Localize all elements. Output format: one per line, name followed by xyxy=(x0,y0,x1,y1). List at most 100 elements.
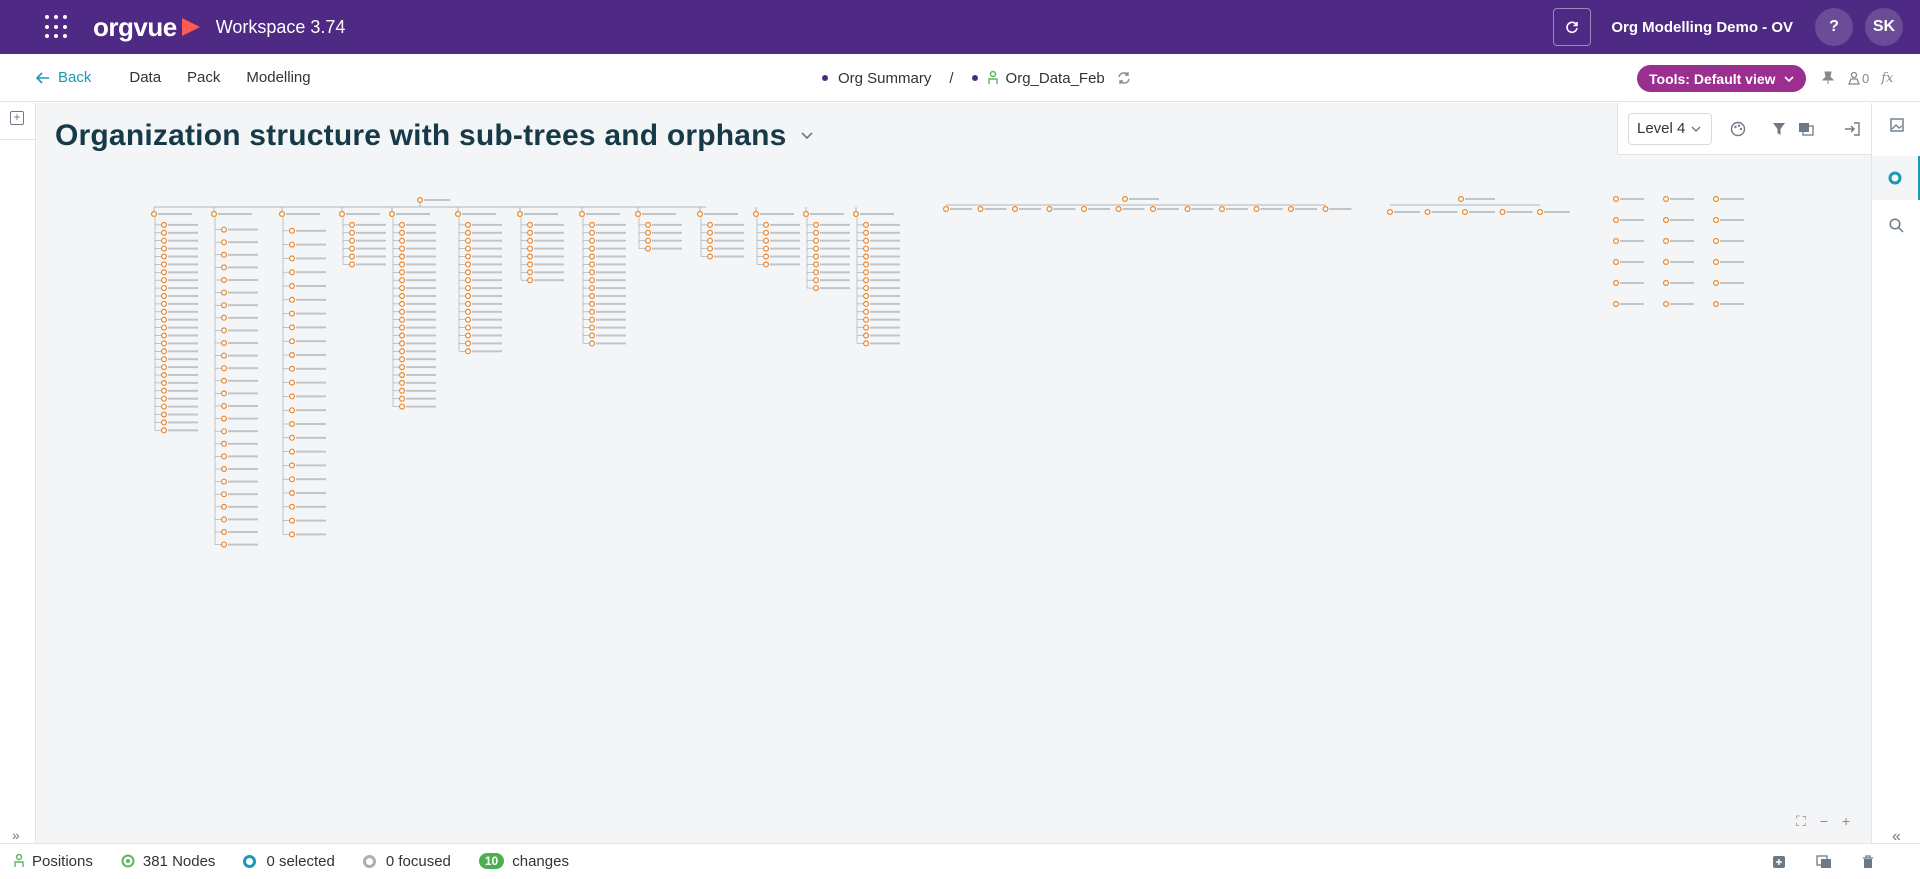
org-node[interactable] xyxy=(221,251,228,258)
org-node[interactable] xyxy=(1712,195,1719,202)
org-node[interactable] xyxy=(289,517,296,524)
pin-icon[interactable] xyxy=(1822,71,1834,85)
org-node[interactable] xyxy=(706,221,713,228)
export-icon[interactable] xyxy=(1844,121,1860,136)
org-node[interactable] xyxy=(399,372,406,379)
org-node[interactable] xyxy=(862,324,869,331)
org-node[interactable] xyxy=(399,229,406,236)
org-node[interactable] xyxy=(1424,208,1431,215)
org-node[interactable] xyxy=(706,245,713,252)
org-node[interactable] xyxy=(1253,205,1260,212)
org-node[interactable] xyxy=(1080,205,1087,212)
org-node[interactable] xyxy=(289,269,296,276)
org-node[interactable] xyxy=(399,253,406,260)
org-node[interactable] xyxy=(644,237,651,244)
org-node[interactable] xyxy=(399,293,406,300)
org-node[interactable] xyxy=(752,210,759,217)
delete-icon[interactable] xyxy=(1862,854,1874,869)
org-node[interactable] xyxy=(1612,259,1619,266)
org-node[interactable] xyxy=(1011,205,1018,212)
org-node[interactable] xyxy=(812,285,819,292)
org-node[interactable] xyxy=(160,324,167,331)
org-node[interactable] xyxy=(289,338,296,345)
org-node[interactable] xyxy=(588,261,595,268)
org-node[interactable] xyxy=(465,285,472,292)
org-node[interactable] xyxy=(399,221,406,228)
org-node[interactable] xyxy=(160,348,167,355)
org-node[interactable] xyxy=(221,478,228,485)
org-node[interactable] xyxy=(465,308,472,315)
org-node[interactable] xyxy=(399,300,406,307)
org-node[interactable] xyxy=(527,277,534,284)
org-node[interactable] xyxy=(221,365,228,372)
org-node[interactable] xyxy=(465,300,472,307)
org-node[interactable] xyxy=(399,316,406,323)
org-node[interactable] xyxy=(289,503,296,510)
org-node[interactable] xyxy=(588,285,595,292)
org-node[interactable] xyxy=(160,277,167,284)
org-node[interactable] xyxy=(588,237,595,244)
org-node[interactable] xyxy=(160,245,167,252)
org-name[interactable]: Org Modelling Demo - OV xyxy=(1611,19,1793,36)
level-select[interactable]: Level 4 xyxy=(1628,112,1712,145)
org-node[interactable] xyxy=(221,466,228,473)
org-node[interactable] xyxy=(588,332,595,339)
org-node[interactable] xyxy=(812,269,819,276)
org-node[interactable] xyxy=(160,427,167,434)
org-node[interactable] xyxy=(1612,280,1619,287)
org-node[interactable] xyxy=(1322,205,1329,212)
zoom-in-icon[interactable]: + xyxy=(1842,813,1850,830)
org-node[interactable] xyxy=(812,277,819,284)
org-node[interactable] xyxy=(221,440,228,447)
org-node[interactable] xyxy=(399,245,406,252)
org-node[interactable] xyxy=(399,261,406,268)
org-node[interactable] xyxy=(812,229,819,236)
org-node[interactable] xyxy=(399,403,406,410)
org-node[interactable] xyxy=(1218,205,1225,212)
org-node[interactable] xyxy=(1662,238,1669,245)
org-node[interactable] xyxy=(644,245,651,252)
org-node[interactable] xyxy=(465,316,472,323)
org-node[interactable] xyxy=(465,245,472,252)
org-node[interactable] xyxy=(160,269,167,276)
org-node[interactable] xyxy=(762,245,769,252)
org-node[interactable] xyxy=(289,352,296,359)
org-node[interactable] xyxy=(399,379,406,386)
org-node[interactable] xyxy=(862,269,869,276)
org-node[interactable] xyxy=(160,332,167,339)
org-node[interactable] xyxy=(289,462,296,469)
org-node[interactable] xyxy=(289,421,296,428)
org-node[interactable] xyxy=(221,264,228,271)
org-node[interactable] xyxy=(1149,205,1156,212)
org-node[interactable] xyxy=(862,293,869,300)
org-node[interactable] xyxy=(862,253,869,260)
org-node[interactable] xyxy=(1184,205,1191,212)
org-node[interactable] xyxy=(465,253,472,260)
org-node[interactable] xyxy=(862,332,869,339)
crumb-org-summary[interactable]: Org Summary xyxy=(838,70,931,87)
org-node[interactable] xyxy=(221,503,228,510)
org-node[interactable] xyxy=(644,229,651,236)
org-node[interactable] xyxy=(1712,238,1719,245)
org-node[interactable] xyxy=(762,261,769,268)
org-node[interactable] xyxy=(221,302,228,309)
org-node[interactable] xyxy=(399,277,406,284)
org-node[interactable] xyxy=(221,541,228,548)
org-node[interactable] xyxy=(465,348,472,355)
org-node[interactable] xyxy=(1662,259,1669,266)
org-node[interactable] xyxy=(588,269,595,276)
org-node[interactable] xyxy=(527,245,534,252)
org-node[interactable] xyxy=(160,229,167,236)
org-node[interactable] xyxy=(160,364,167,371)
formula-button[interactable]: fx xyxy=(1881,71,1893,86)
org-node[interactable] xyxy=(150,210,157,217)
org-node[interactable] xyxy=(942,205,949,212)
user-avatar[interactable]: SK xyxy=(1865,8,1903,46)
org-node[interactable] xyxy=(465,324,472,331)
org-node[interactable] xyxy=(399,340,406,347)
org-node[interactable] xyxy=(289,531,296,538)
org-node[interactable] xyxy=(349,253,356,260)
org-node[interactable] xyxy=(289,283,296,290)
org-node[interactable] xyxy=(1121,195,1128,202)
org-node[interactable] xyxy=(399,324,406,331)
